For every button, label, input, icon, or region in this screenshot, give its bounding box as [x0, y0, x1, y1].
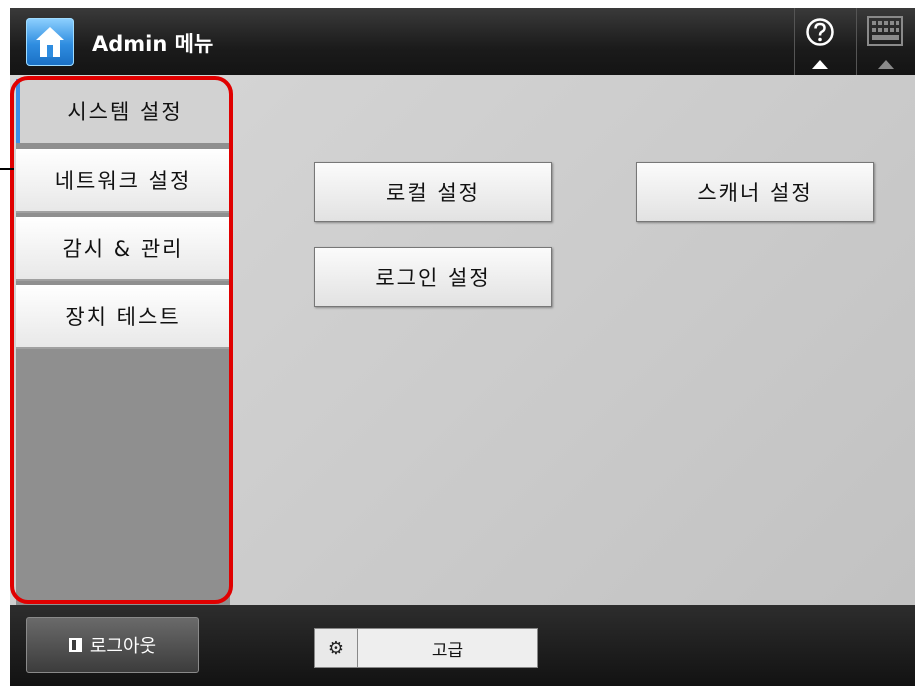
advanced-button[interactable]: 고급	[358, 628, 538, 668]
button-label: 스캐너 설정	[697, 181, 813, 205]
gear-icon: ⚙	[327, 637, 345, 659]
help-button[interactable]	[794, 8, 846, 75]
annotation-highlight	[10, 76, 233, 604]
logout-icon	[68, 638, 82, 652]
login-settings-button[interactable]: 로그인 설정	[314, 247, 552, 307]
keyboard-icon	[867, 16, 903, 46]
logout-button[interactable]: 로그아웃	[26, 617, 199, 673]
advanced-gear-button[interactable]: ⚙	[314, 628, 358, 668]
chevron-up-icon	[877, 60, 894, 69]
button-label: 로컬 설정	[386, 181, 480, 205]
button-label: 로그인 설정	[375, 266, 491, 290]
header-bar: Admin 메뉴	[10, 8, 915, 75]
keyboard-button[interactable]	[856, 8, 915, 75]
home-button[interactable]	[26, 18, 74, 66]
chevron-up-icon	[812, 60, 828, 69]
home-icon	[36, 27, 64, 57]
page-title: Admin 메뉴	[92, 32, 214, 56]
local-settings-button[interactable]: 로컬 설정	[314, 162, 552, 222]
help-icon	[806, 18, 834, 46]
logout-label: 로그아웃	[89, 636, 157, 657]
annotation-leader-line	[0, 168, 14, 170]
scanner-settings-button[interactable]: 스캐너 설정	[636, 162, 874, 222]
advanced-label: 고급	[431, 640, 464, 661]
footer-bar: 로그아웃 ⚙ 고급	[10, 605, 915, 686]
